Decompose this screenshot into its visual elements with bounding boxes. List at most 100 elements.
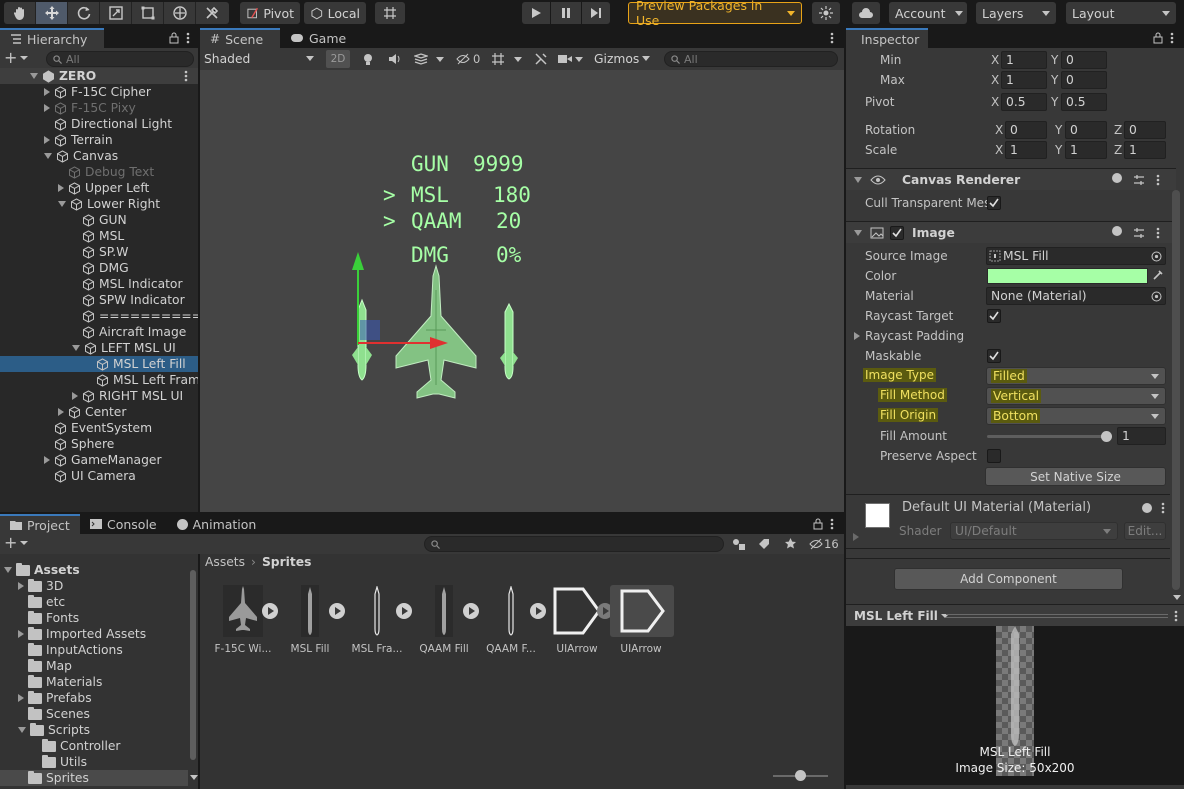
- custom-tools-icon[interactable]: [196, 2, 228, 24]
- preview-packages-dropdown[interactable]: Preview Packages in Use: [628, 0, 802, 28]
- inspector-scrollbar[interactable]: [1172, 190, 1180, 590]
- tab-animation[interactable]: Animation: [167, 514, 267, 534]
- pause-button[interactable]: [551, 2, 581, 24]
- rotation-x-field[interactable]: 0: [1005, 121, 1047, 139]
- mode-2d-toggle[interactable]: 2D: [326, 50, 350, 68]
- expand-arrow-down-icon[interactable]: [18, 727, 26, 733]
- hierarchy-item[interactable]: F-15C Cipher: [0, 84, 198, 100]
- hierarchy-item[interactable]: MSL: [0, 228, 198, 244]
- project-search-input[interactable]: [424, 536, 724, 552]
- expand-arrow-right-icon[interactable]: [72, 392, 78, 400]
- expand-arrow-right-icon[interactable]: [44, 456, 50, 464]
- expand-arrow-right-icon[interactable]: [44, 88, 50, 96]
- image-enabled-checkbox[interactable]: [890, 225, 904, 240]
- scale-z-field[interactable]: 1: [1124, 141, 1166, 159]
- preset-icon[interactable]: [1133, 227, 1145, 239]
- anchor-max-y-field[interactable]: 0: [1061, 71, 1107, 89]
- source-image-field[interactable]: MSL Fill: [986, 247, 1166, 265]
- scroll-down-arrow-icon[interactable]: [190, 775, 198, 780]
- fill-amount-slider-handle[interactable]: [1101, 431, 1112, 442]
- hand-tool-icon[interactable]: [4, 2, 36, 24]
- canvas-renderer-header[interactable]: Canvas Renderer: [846, 168, 1176, 190]
- expand-arrow-right-icon[interactable]: [58, 184, 64, 192]
- shading-mode-dropdown[interactable]: Shaded: [200, 50, 320, 68]
- hierarchy-item[interactable]: EventSystem: [0, 420, 198, 436]
- tab-project[interactable]: Project: [0, 514, 80, 534]
- foldout-arrow-icon[interactable]: [853, 533, 859, 541]
- scale-y-field[interactable]: 1: [1065, 141, 1107, 159]
- grid-snap-button[interactable]: [375, 2, 405, 24]
- hierarchy-item[interactable]: Sphere: [0, 436, 198, 452]
- star-icon[interactable]: [784, 537, 797, 550]
- expand-arrow-right-icon[interactable]: [18, 582, 24, 590]
- project-folder-item[interactable]: Utils: [0, 754, 188, 770]
- project-folder-item[interactable]: Scenes: [0, 706, 188, 722]
- create-button[interactable]: +: [4, 50, 29, 66]
- eye-slash-icon[interactable]: [809, 538, 823, 550]
- project-folder-item[interactable]: Assets: [0, 562, 188, 578]
- hierarchy-item[interactable]: Canvas: [0, 148, 198, 164]
- kebab-menu-icon[interactable]: [1156, 174, 1160, 186]
- hierarchy-item[interactable]: MSL Indicator: [0, 276, 198, 292]
- expand-arrow-right-icon[interactable]: [58, 408, 64, 416]
- gizmos-dropdown[interactable]: Gizmos: [590, 50, 656, 68]
- lock-icon[interactable]: [812, 518, 824, 530]
- anchor-min-x-field[interactable]: 1: [1001, 51, 1047, 69]
- move-gizmo-y-arrow[interactable]: [352, 252, 364, 270]
- lock-icon[interactable]: [1152, 32, 1164, 44]
- raycast-target-checkbox[interactable]: [987, 309, 1001, 323]
- splitter[interactable]: [844, 28, 846, 789]
- eye-slash-icon[interactable]: [456, 53, 470, 65]
- color-swatch[interactable]: [987, 268, 1148, 284]
- preset-icon[interactable]: [1133, 174, 1145, 186]
- object-picker-icon[interactable]: [1151, 291, 1162, 302]
- hierarchy-item[interactable]: Debug Text: [0, 164, 198, 180]
- project-folder-item[interactable]: Controller: [0, 738, 188, 754]
- hierarchy-item[interactable]: ==========: [0, 308, 202, 324]
- expand-arrow-down-icon[interactable]: [44, 153, 52, 159]
- search-by-type-icon[interactable]: [732, 538, 746, 550]
- expand-arrow-down-icon[interactable]: [30, 73, 38, 79]
- kebab-menu-icon[interactable]: [1174, 610, 1178, 622]
- preview-selector-dropdown[interactable]: MSL Left Fill: [854, 609, 949, 623]
- splitter[interactable]: [198, 28, 200, 512]
- expand-arrow-down-icon[interactable]: [72, 345, 80, 351]
- hierarchy-item[interactable]: F-15C Pixy: [0, 100, 198, 116]
- foldout-arrow-icon[interactable]: [854, 176, 862, 183]
- thumbnail-size-slider-handle[interactable]: [795, 770, 806, 781]
- label-tag-icon[interactable]: [758, 538, 770, 550]
- scale-tool-icon[interactable]: [100, 2, 132, 24]
- add-component-button[interactable]: Add Component: [894, 568, 1123, 590]
- expand-sprite-arrow-icon[interactable]: [262, 603, 278, 619]
- project-folder-item[interactable]: Materials: [0, 674, 188, 690]
- splitter[interactable]: [0, 512, 844, 514]
- chevron-down-icon[interactable]: [436, 57, 444, 62]
- asset-msl-fill[interactable]: MSL Fill: [279, 585, 341, 655]
- tab-console[interactable]: Console: [80, 514, 167, 534]
- help-icon[interactable]: [1142, 503, 1152, 513]
- hierarchy-scene-root[interactable]: ZERO: [0, 68, 198, 84]
- move-tool-icon[interactable]: [36, 2, 68, 24]
- hierarchy-item[interactable]: Lower Right: [0, 196, 198, 212]
- move-gizmo-plane-handle[interactable]: [360, 320, 380, 340]
- hierarchy-item[interactable]: GameManager: [0, 452, 198, 468]
- kebab-menu-icon[interactable]: [1161, 502, 1165, 514]
- hierarchy-item[interactable]: SP.W: [0, 244, 198, 260]
- hierarchy-item[interactable]: Center: [0, 404, 198, 420]
- preserve-aspect-checkbox[interactable]: [987, 449, 1001, 463]
- asset-msl-frame[interactable]: MSL Fra...: [346, 585, 408, 655]
- services-button[interactable]: [812, 2, 840, 24]
- tools-icon[interactable]: [534, 53, 548, 65]
- rotation-z-field[interactable]: 0: [1124, 121, 1166, 139]
- kebab-menu-icon[interactable]: [830, 32, 834, 44]
- anchor-max-x-field[interactable]: 1: [1001, 71, 1047, 89]
- layout-dropdown[interactable]: Layout: [1066, 2, 1176, 24]
- expand-sprite-arrow-icon[interactable]: [463, 603, 479, 619]
- foldout-arrow-icon[interactable]: [854, 332, 860, 340]
- asset-qaam-fill[interactable]: QAAM Fill: [413, 585, 475, 655]
- project-folder-item[interactable]: Map: [0, 658, 188, 674]
- asset-f15c-wing[interactable]: F-15C Wi...: [212, 585, 274, 655]
- hierarchy-item[interactable]: RIGHT MSL UI: [0, 388, 198, 404]
- audio-icon[interactable]: [388, 53, 402, 65]
- hierarchy-item[interactable]: SPW Indicator: [0, 292, 198, 308]
